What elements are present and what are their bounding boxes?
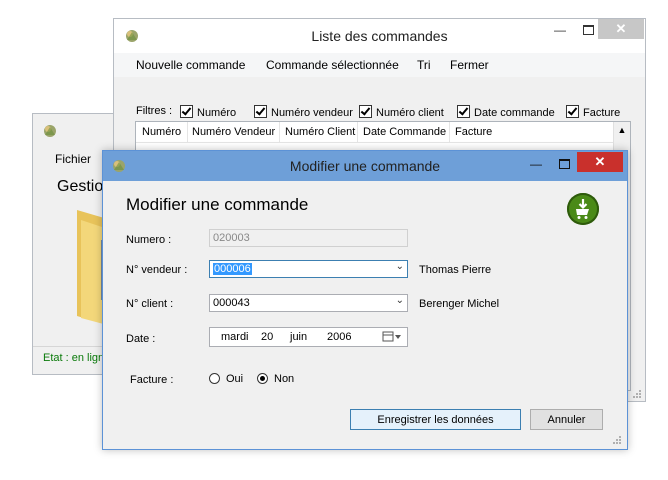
column-header[interactable]: Numéro bbox=[142, 126, 181, 138]
calendar-icon[interactable] bbox=[382, 331, 402, 346]
form-heading: Modifier une commande bbox=[126, 195, 309, 214]
filter-numero[interactable]: Numéro bbox=[180, 105, 236, 119]
filters-bar: Filtres : Numéro Numéro vendeur Numéro c… bbox=[136, 105, 636, 119]
cancel-button[interactable]: Annuler bbox=[530, 409, 603, 430]
menu-fichier[interactable]: Fichier bbox=[55, 152, 91, 166]
menu-commande-selectionnee[interactable]: Commande sélectionnée bbox=[266, 58, 399, 72]
checkbox-icon bbox=[457, 105, 470, 118]
minimize-button[interactable]: — bbox=[546, 19, 574, 41]
date-year[interactable]: 2006 bbox=[327, 331, 351, 343]
client-name: Berenger Michel bbox=[419, 298, 500, 310]
close-icon: ✕ bbox=[594, 154, 606, 169]
client-select[interactable]: 000043 ⌄ bbox=[209, 294, 408, 312]
radio-selected-icon bbox=[257, 373, 268, 384]
date-label: Date : bbox=[126, 333, 156, 345]
filter-numero-client[interactable]: Numéro client bbox=[359, 105, 444, 119]
vendeur-name: Thomas Pierre bbox=[419, 264, 492, 276]
date-picker[interactable]: mardi 20 juin 2006 bbox=[209, 327, 408, 347]
date-day[interactable]: mardi bbox=[221, 331, 249, 343]
cart-download-button[interactable] bbox=[567, 193, 599, 225]
checkbox-icon bbox=[254, 105, 267, 118]
cart-download-icon bbox=[576, 199, 589, 219]
maximize-icon bbox=[582, 25, 594, 35]
edit-form: Modifier une commande Numero : 020003 N°… bbox=[108, 181, 622, 444]
grid-header: Numéro Numéro Vendeur Numéro Client Date… bbox=[136, 122, 630, 143]
column-header[interactable]: Facture bbox=[455, 126, 492, 138]
filter-facture[interactable]: Facture bbox=[566, 105, 620, 119]
edit-order-window: Modifier une commande — ✕ Modifier une c… bbox=[102, 150, 628, 450]
column-header[interactable]: Date Commande bbox=[363, 126, 446, 138]
list-titlebar[interactable]: Liste des commandes — ✕ bbox=[114, 19, 645, 53]
radio-oui[interactable]: Oui bbox=[209, 373, 243, 385]
list-menubar: Nouvelle commande Commande sélectionnée … bbox=[114, 53, 645, 77]
numero-label: Numero : bbox=[126, 234, 172, 246]
scroll-up-icon[interactable]: ▲ bbox=[614, 122, 630, 138]
maximize-button[interactable] bbox=[550, 153, 578, 175]
close-button[interactable]: ✕ bbox=[598, 19, 644, 39]
resize-grip-icon[interactable] bbox=[612, 434, 622, 444]
filter-numero-vendeur[interactable]: Numéro vendeur bbox=[254, 105, 353, 119]
minimize-icon: — bbox=[530, 157, 542, 171]
radio-icon bbox=[209, 373, 220, 384]
minimize-icon: — bbox=[554, 23, 566, 37]
vendeur-select[interactable]: 000006 ⌄ bbox=[209, 260, 408, 278]
edit-titlebar[interactable]: Modifier une commande — ✕ bbox=[103, 151, 627, 181]
close-button[interactable]: ✕ bbox=[577, 152, 623, 172]
column-header[interactable]: Numéro Client bbox=[285, 126, 355, 138]
app-icon bbox=[42, 123, 58, 139]
checkbox-icon bbox=[359, 105, 372, 118]
menu-nouvelle-commande[interactable]: Nouvelle commande bbox=[136, 58, 245, 72]
filter-date-commande[interactable]: Date commande bbox=[457, 105, 555, 119]
maximize-icon bbox=[558, 159, 570, 169]
menu-fermer[interactable]: Fermer bbox=[450, 58, 489, 72]
date-number[interactable]: 20 bbox=[261, 331, 273, 343]
filters-label: Filtres : bbox=[136, 105, 173, 117]
menu-tri[interactable]: Tri bbox=[417, 58, 431, 72]
facture-label: Facture : bbox=[130, 374, 174, 386]
checkbox-icon bbox=[180, 105, 193, 118]
minimize-button[interactable]: — bbox=[522, 153, 550, 175]
client-label: N° client : bbox=[126, 298, 174, 310]
chevron-down-icon: ⌄ bbox=[395, 261, 404, 272]
close-icon: ✕ bbox=[615, 21, 627, 36]
column-header[interactable]: Numéro Vendeur bbox=[192, 126, 275, 138]
radio-non[interactable]: Non bbox=[257, 373, 294, 385]
resize-grip-icon[interactable] bbox=[632, 388, 642, 398]
save-button[interactable]: Enregistrer les données bbox=[350, 409, 521, 430]
numero-field: 020003 bbox=[209, 229, 408, 247]
date-month[interactable]: juin bbox=[290, 331, 307, 343]
chevron-down-icon: ⌄ bbox=[395, 295, 404, 306]
vendeur-label: N° vendeur : bbox=[126, 264, 188, 276]
checkbox-icon bbox=[566, 105, 579, 118]
